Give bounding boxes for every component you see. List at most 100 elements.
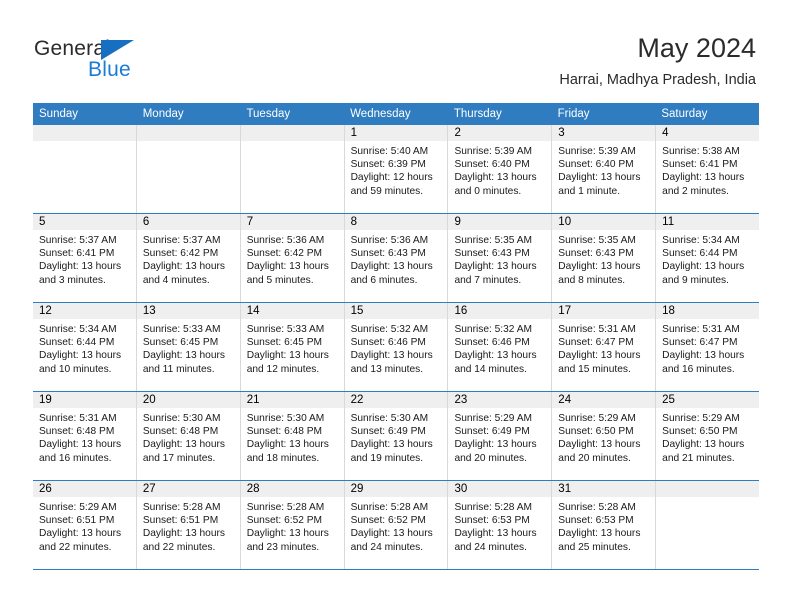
day-cell[interactable]: 7 Sunrise: 5:36 AM Sunset: 6:42 PM Daylight… (240, 214, 345, 302)
day-info: Sunrise: 5:37 AM Sunset: 6:42 PM Daylight:… (137, 230, 240, 287)
daylight-text: Daylight: 13 hours and 20 minutes. (558, 439, 641, 464)
day-cell[interactable]: 29 Sunrise: 5:28 AM Sunset: 6:52 PM Dayligh… (344, 481, 449, 569)
sunset-text: Sunset: 6:51 PM (39, 515, 115, 527)
daylight-text: Daylight: 13 hours and 8 minutes. (558, 261, 641, 286)
day-cell[interactable]: 10 Sunrise: 5:35 AM Sunset: 6:43 PM Dayligh… (552, 214, 657, 302)
day-number: 14 (240, 303, 344, 319)
sunset-text: Sunset: 6:46 PM (350, 337, 426, 349)
sunset-text: Sunset: 6:47 PM (558, 337, 634, 349)
day-info: Sunrise: 5:38 AM Sunset: 6:41 PM Daylight:… (656, 141, 759, 198)
day-cell[interactable]: 25 Sunrise: 5:29 AM Sunset: 6:50 PM Dayligh… (656, 392, 760, 480)
day-number: 21 (240, 392, 344, 408)
day-cell[interactable]: 9 Sunrise: 5:35 AM Sunset: 6:43 PM Daylight… (448, 214, 553, 302)
day-info: Sunrise: 5:29 AM Sunset: 6:51 PM Daylight:… (33, 497, 136, 554)
day-cell-empty (656, 481, 760, 569)
day-number: 16 (448, 303, 552, 319)
sunrise-text: Sunrise: 5:28 AM (558, 502, 636, 513)
day-cell-empty (136, 125, 241, 213)
calendar-week-row: 19 Sunrise: 5:31 AM Sunset: 6:48 PM Dayligh… (33, 391, 760, 480)
day-cell[interactable]: 23 Sunrise: 5:29 AM Sunset: 6:49 PM Dayligh… (448, 392, 553, 480)
day-info: Sunrise: 5:31 AM Sunset: 6:48 PM Daylight:… (33, 408, 136, 465)
day-number: 23 (448, 392, 552, 408)
sunrise-text: Sunrise: 5:30 AM (142, 413, 221, 424)
day-cell[interactable]: 15 Sunrise: 5:32 AM Sunset: 6:46 PM Dayligh… (344, 303, 449, 391)
sunrise-text: Sunrise: 5:34 AM (662, 235, 740, 246)
weekday-header-monday: Monday (142, 108, 184, 120)
sunrise-text: Sunrise: 5:33 AM (246, 324, 325, 335)
daylight-text: Daylight: 13 hours and 13 minutes. (350, 350, 433, 375)
sunset-text: Sunset: 6:52 PM (350, 515, 426, 527)
weekday-header-friday: Friday (557, 108, 590, 120)
day-number: 6 (136, 214, 240, 230)
weekday-header-saturday: Saturday (661, 108, 708, 120)
daylight-text: Daylight: 13 hours and 4 minutes. (142, 261, 225, 286)
general-blue-logo[interactable]: General Blue (34, 37, 154, 83)
daylight-text: Daylight: 13 hours and 10 minutes. (39, 350, 122, 375)
day-number: 9 (448, 214, 552, 230)
daylight-text: Daylight: 13 hours and 25 minutes. (558, 528, 641, 553)
sunrise-text: Sunrise: 5:29 AM (454, 413, 533, 424)
sunrise-text: Sunrise: 5:33 AM (142, 324, 221, 335)
sunset-text: Sunset: 6:48 PM (246, 426, 323, 438)
day-cell[interactable]: 20 Sunrise: 5:30 AM Sunset: 6:48 PM Dayligh… (136, 392, 241, 480)
day-cell[interactable]: 26 Sunrise: 5:29 AM Sunset: 6:51 PM Dayligh… (33, 481, 137, 569)
day-info: Sunrise: 5:29 AM Sunset: 6:50 PM Daylight:… (656, 408, 759, 465)
day-cell[interactable]: 27 Sunrise: 5:28 AM Sunset: 6:51 PM Dayligh… (136, 481, 241, 569)
day-cell[interactable]: 13 Sunrise: 5:33 AM Sunset: 6:45 PM Dayligh… (136, 303, 241, 391)
sunset-text: Sunset: 6:45 PM (246, 337, 323, 349)
daylight-text: Daylight: 13 hours and 23 minutes. (246, 528, 329, 553)
day-cell[interactable]: 2 Sunrise: 5:39 AM Sunset: 6:40 PM Daylight… (448, 125, 553, 213)
sunset-text: Sunset: 6:53 PM (558, 515, 634, 527)
day-cell[interactable]: 28 Sunrise: 5:28 AM Sunset: 6:52 PM Dayligh… (240, 481, 345, 569)
sunset-text: Sunset: 6:53 PM (454, 515, 530, 527)
day-number: 4 (656, 125, 760, 141)
day-cell[interactable]: 3 Sunrise: 5:39 AM Sunset: 6:40 PM Daylight… (552, 125, 657, 213)
day-cell[interactable]: 24 Sunrise: 5:29 AM Sunset: 6:50 PM Dayligh… (552, 392, 657, 480)
weekday-header-wednesday: Wednesday (350, 108, 411, 120)
day-cell[interactable]: 31 Sunrise: 5:28 AM Sunset: 6:53 PM Dayligh… (552, 481, 657, 569)
sunrise-text: Sunrise: 5:31 AM (558, 324, 636, 335)
day-number: 15 (344, 303, 448, 319)
day-cell[interactable]: 16 Sunrise: 5:32 AM Sunset: 6:46 PM Dayligh… (448, 303, 553, 391)
day-number: 18 (656, 303, 760, 319)
sunrise-text: Sunrise: 5:37 AM (142, 235, 221, 246)
day-cell[interactable]: 4 Sunrise: 5:38 AM Sunset: 6:41 PM Daylight… (656, 125, 760, 213)
daylight-text: Daylight: 13 hours and 22 minutes. (39, 528, 122, 553)
page-subtitle: Harrai, Madhya Pradesh, India (559, 72, 756, 88)
day-cell[interactable]: 6 Sunrise: 5:37 AM Sunset: 6:42 PM Daylight… (136, 214, 241, 302)
day-cell[interactable]: 12 Sunrise: 5:34 AM Sunset: 6:44 PM Dayligh… (33, 303, 137, 391)
sunset-text: Sunset: 6:40 PM (454, 159, 530, 171)
sunset-text: Sunset: 6:39 PM (350, 159, 426, 171)
day-cell[interactable]: 1 Sunrise: 5:40 AM Sunset: 6:39 PM Daylight… (344, 125, 449, 213)
sunset-text: Sunset: 6:49 PM (350, 426, 426, 438)
day-cell[interactable]: 17 Sunrise: 5:31 AM Sunset: 6:47 PM Dayligh… (552, 303, 657, 391)
day-number: 30 (448, 481, 552, 497)
day-number: 31 (552, 481, 656, 497)
day-cell[interactable]: 14 Sunrise: 5:33 AM Sunset: 6:45 PM Dayligh… (240, 303, 345, 391)
day-cell[interactable]: 18 Sunrise: 5:31 AM Sunset: 6:47 PM Dayligh… (656, 303, 760, 391)
day-cell[interactable]: 21 Sunrise: 5:30 AM Sunset: 6:48 PM Dayligh… (240, 392, 345, 480)
day-info: Sunrise: 5:28 AM Sunset: 6:51 PM Daylight:… (137, 497, 240, 554)
daylight-text: Daylight: 13 hours and 2 minutes. (662, 172, 745, 197)
day-number: 13 (136, 303, 240, 319)
day-cell[interactable]: 30 Sunrise: 5:28 AM Sunset: 6:53 PM Dayligh… (448, 481, 553, 569)
logo-triangle-icon (101, 40, 134, 60)
day-info: Sunrise: 5:32 AM Sunset: 6:46 PM Daylight:… (448, 319, 551, 376)
sunset-text: Sunset: 6:41 PM (662, 159, 738, 171)
day-cell[interactable]: 22 Sunrise: 5:30 AM Sunset: 6:49 PM Dayligh… (344, 392, 449, 480)
calendar-week-row: 26 Sunrise: 5:29 AM Sunset: 6:51 PM Dayligh… (33, 480, 760, 569)
day-cell[interactable]: 11 Sunrise: 5:34 AM Sunset: 6:44 PM Dayligh… (656, 214, 760, 302)
day-cell[interactable]: 5 Sunrise: 5:37 AM Sunset: 6:41 PM Daylight… (33, 214, 137, 302)
sunset-text: Sunset: 6:44 PM (662, 248, 738, 260)
sunrise-text: Sunrise: 5:31 AM (662, 324, 740, 335)
day-info: Sunrise: 5:31 AM Sunset: 6:47 PM Daylight:… (656, 319, 759, 376)
day-number: 8 (344, 214, 448, 230)
day-cell[interactable]: 8 Sunrise: 5:36 AM Sunset: 6:43 PM Daylight… (344, 214, 449, 302)
daylight-text: Daylight: 13 hours and 6 minutes. (350, 261, 433, 286)
title-block: May 2024 Harrai, Madhya Pradesh, India (559, 32, 756, 89)
day-number: 7 (240, 214, 344, 230)
day-number: 19 (33, 392, 136, 408)
sunset-text: Sunset: 6:48 PM (39, 426, 115, 438)
sunset-text: Sunset: 6:41 PM (39, 248, 115, 260)
day-cell[interactable]: 19 Sunrise: 5:31 AM Sunset: 6:48 PM Dayligh… (33, 392, 137, 480)
